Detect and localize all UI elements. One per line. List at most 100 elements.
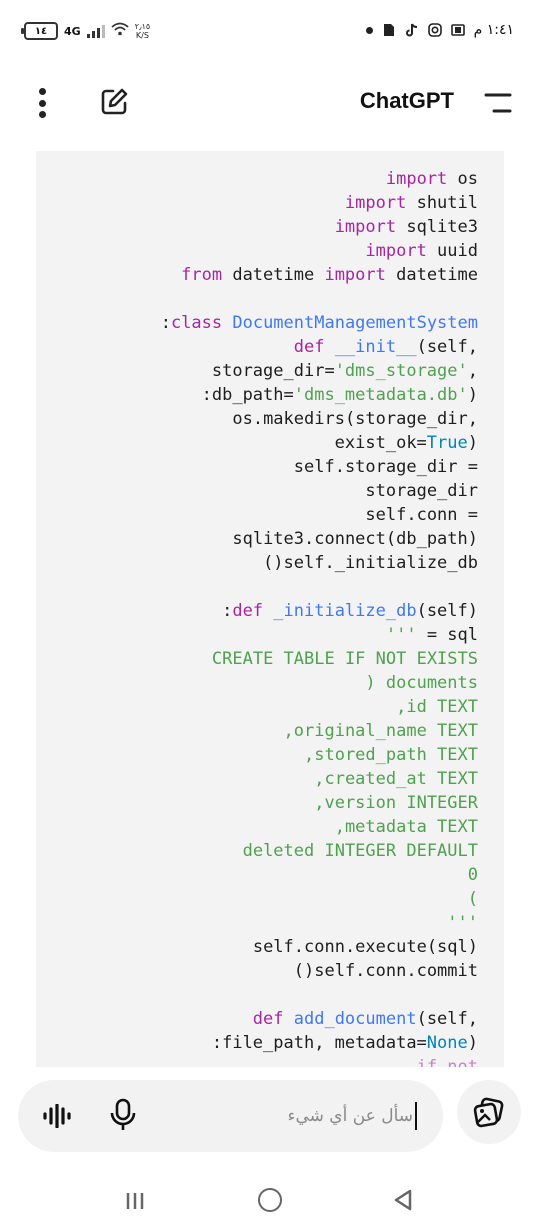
code-line: (: [468, 887, 478, 911]
app-notification-icon: [450, 23, 465, 37]
signal-icon: [86, 24, 105, 38]
code-token: ) documents: [365, 673, 478, 693]
code-line: ,metadata TEXT: [335, 815, 478, 839]
home-icon[interactable]: [258, 1188, 282, 1212]
code-token: True: [426, 433, 468, 453]
network-speed: ٢٫١٥ K/S: [135, 22, 151, 40]
recent-apps-icon[interactable]: [124, 1190, 146, 1212]
system-nav-bar: [0, 1170, 540, 1230]
code-line: def add_document(self,: [253, 1007, 478, 1031]
code-line: storage_dir: [365, 479, 478, 503]
more-vert-icon[interactable]: [34, 88, 50, 118]
code-line: :class DocumentManagementSystem: [161, 311, 478, 335]
battery-icon: ١٤: [21, 22, 58, 40]
code-token: ): [467, 433, 478, 453]
code-line: storage_dir='dms_storage',: [212, 359, 478, 383]
code-line: deleted INTEGER DEFAULT: [243, 839, 478, 863]
page-title: ChatGPT: [359, 88, 454, 113]
code-line: sqlite3.connect(db_path): [232, 527, 478, 551]
code-token: import: [344, 193, 407, 213]
code-line: ''': [447, 911, 478, 935]
code-token: ): [467, 1033, 478, 1053]
speed-value: ٢٫١٥: [134, 22, 151, 31]
code-token: sqlite3: [396, 217, 478, 237]
code-line: ,id TEXT: [396, 695, 478, 719]
code-token: self.conn =: [365, 505, 478, 525]
code-token: def: [293, 337, 325, 357]
image-upload-icon[interactable]: [457, 1080, 521, 1144]
code-token: self.conn.execute(sql): [252, 937, 478, 957]
clock: ١:٤١ م: [473, 22, 514, 38]
code-line: import shutil: [345, 191, 478, 215]
code-token: ,metadata TEXT: [334, 817, 478, 837]
code-token: CREATE TABLE IF NOT EXISTS: [211, 649, 478, 669]
code-token: (: [467, 889, 478, 909]
notification-dot-icon: [365, 26, 373, 34]
code-token: import: [365, 241, 427, 261]
code-token: None: [426, 1033, 468, 1053]
app-header: ChatGPT: [0, 66, 540, 138]
code-token: self.storage_dir =: [293, 457, 478, 477]
code-token: import: [324, 265, 386, 285]
file-icon: [382, 23, 396, 37]
code-line: from datetime import datetime: [181, 263, 478, 287]
back-icon[interactable]: [392, 1188, 414, 1212]
code-token: ,id TEXT: [396, 697, 478, 717]
code-token: (self): [416, 601, 478, 621]
code-line: ()self.conn.commit: [294, 959, 478, 983]
microphone-icon[interactable]: [108, 1098, 138, 1134]
battery-level: ١٤: [34, 25, 48, 37]
code-line: ,created_at TEXT: [314, 767, 478, 791]
code-line: import os: [386, 167, 478, 191]
code-token: if not: [416, 1057, 478, 1067]
code-token: _initialize_db: [263, 601, 417, 621]
code-token: storage_dir: [365, 481, 478, 501]
message-input[interactable]: سأل عن أي شيء: [157, 1100, 417, 1132]
code-token: __init__: [324, 337, 417, 357]
instagram-icon: [427, 23, 442, 37]
code-line: CREATE TABLE IF NOT EXISTS: [212, 647, 478, 671]
code-token: ,original_name TEXT: [283, 721, 478, 741]
menu-icon[interactable]: [484, 92, 512, 114]
code-line: self.storage_dir =: [294, 455, 478, 479]
code-token: :: [160, 313, 171, 333]
code-line: exist_ok=True): [335, 431, 478, 455]
code-token: 0: [467, 865, 478, 885]
code-token: :db_path=: [201, 385, 294, 405]
code-block: import os import shutil import sqlite3 impo…: [36, 151, 504, 1067]
code-token: class: [170, 313, 223, 333]
code-token: datetime: [222, 265, 325, 285]
code-token: ,created_at TEXT: [314, 769, 478, 789]
code-token: = sql: [416, 625, 478, 645]
code-token: ): [467, 385, 478, 405]
code-line: if not: [417, 1055, 478, 1067]
code-line: import uuid: [365, 239, 478, 263]
code-line: self.conn =: [365, 503, 478, 527]
code-line: ,version INTEGER: [314, 791, 478, 815]
code-token: from: [181, 265, 223, 285]
code-token: ,version INTEGER: [314, 793, 478, 813]
code-token: (self,: [416, 337, 478, 357]
code-line: :def _initialize_db(self): [222, 599, 478, 623]
code-token: :: [222, 601, 233, 621]
code-token: storage_dir=: [211, 361, 335, 381]
code-token: import: [334, 217, 397, 237]
code-token: add_document: [283, 1009, 417, 1029]
code-token: DocumentManagementSystem: [222, 313, 478, 333]
code-token: ''': [447, 913, 478, 933]
code-token: os: [447, 169, 478, 189]
code-token: 'dms_storage': [334, 361, 468, 381]
code-token: def: [252, 1009, 284, 1029]
voice-mode-icon[interactable]: [38, 1098, 76, 1134]
tiktok-icon: [405, 23, 419, 37]
code-line: ,stored_path TEXT: [304, 743, 478, 767]
code-token: ()self._initialize_db: [263, 553, 478, 573]
edit-icon[interactable]: [98, 86, 130, 118]
code-line: :file_path, metadata=None): [212, 1031, 478, 1055]
code-line: :db_path='dms_metadata.db'): [202, 383, 478, 407]
code-token: os.makedirs(storage_dir,: [232, 409, 478, 429]
code-token: :file_path, metadata=: [211, 1033, 427, 1053]
code-token: def: [232, 601, 264, 621]
code-token: (self,: [416, 1009, 478, 1029]
code-token: ()self.conn.commit: [293, 961, 478, 981]
